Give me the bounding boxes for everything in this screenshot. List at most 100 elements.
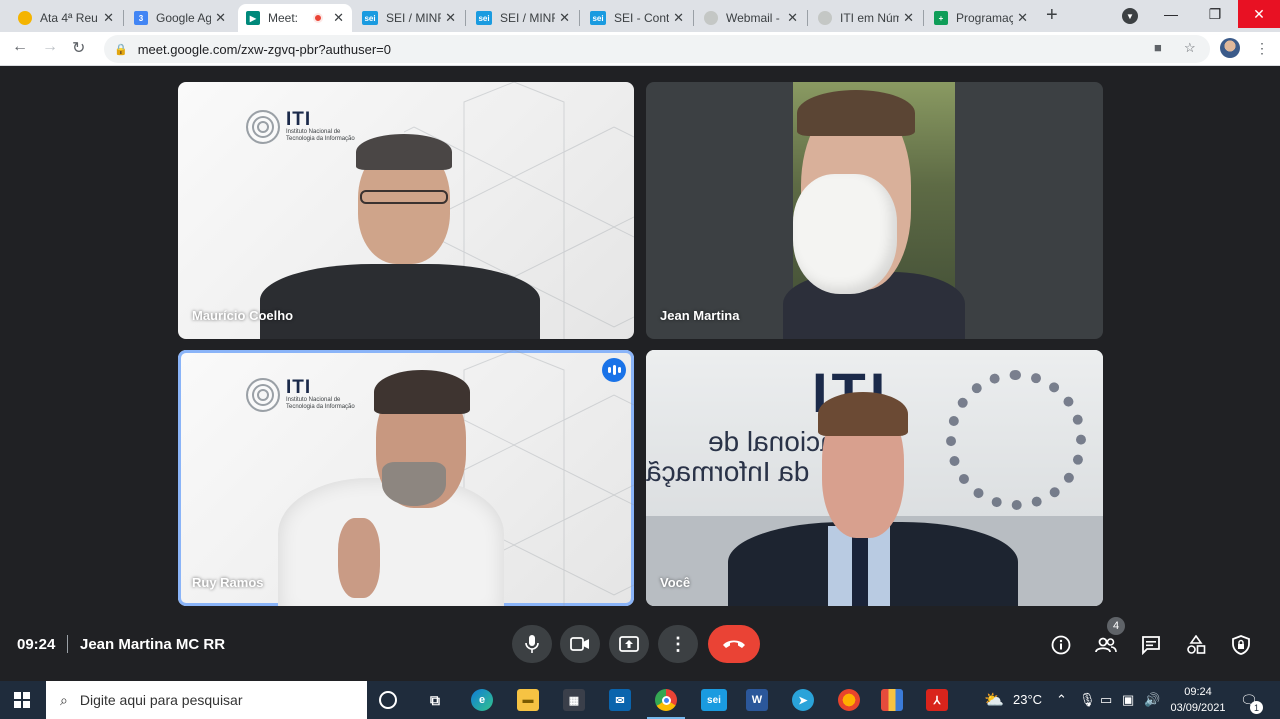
close-icon[interactable]: ✕ bbox=[445, 10, 456, 26]
task-view-icon[interactable]: ⧉ bbox=[424, 689, 446, 711]
close-icon[interactable]: ✕ bbox=[215, 10, 226, 26]
close-icon[interactable]: ✕ bbox=[103, 10, 114, 26]
participant-name: Ruy Ramos bbox=[192, 575, 264, 590]
chrome-red-icon bbox=[18, 11, 32, 25]
close-icon[interactable]: ✕ bbox=[559, 10, 570, 26]
browser-tab-webmail[interactable]: Webmail - ✕ bbox=[696, 4, 806, 32]
leave-call-button[interactable] bbox=[708, 625, 760, 663]
gallery-app-icon[interactable] bbox=[881, 689, 903, 711]
participants-button[interactable] bbox=[1094, 633, 1118, 657]
word-icon[interactable]: W bbox=[746, 689, 768, 711]
browser-menu-icon[interactable]: ⋮ bbox=[1255, 40, 1269, 57]
participant-tile-ruy[interactable]: ITI Instituto Nacional de Tecnologia da … bbox=[178, 350, 634, 606]
close-icon[interactable]: ✕ bbox=[673, 10, 684, 26]
webmail-icon bbox=[704, 11, 718, 25]
notification-count-badge: 1 bbox=[1250, 701, 1263, 714]
meeting-details-button[interactable] bbox=[1049, 633, 1073, 657]
tab-separator bbox=[693, 10, 694, 26]
microphone-icon bbox=[525, 635, 539, 653]
tab-search-icon[interactable]: ▼ bbox=[1122, 8, 1138, 24]
edge-icon[interactable]: e bbox=[471, 689, 493, 711]
sei-taskbar-icon[interactable]: sei bbox=[701, 689, 727, 711]
activities-button[interactable] bbox=[1184, 633, 1208, 657]
back-icon[interactable]: ← bbox=[12, 38, 28, 56]
close-icon[interactable]: ✕ bbox=[1017, 10, 1028, 26]
participant-tile-self[interactable]: ITI acional de da Informaçã Você bbox=[646, 350, 1103, 606]
browser-tab-sei-1[interactable]: sei SEI / MINFI✕ bbox=[354, 4, 464, 32]
new-tab-button[interactable]: + bbox=[1046, 4, 1058, 27]
recording-icon bbox=[313, 13, 324, 23]
microphone-tray-icon[interactable]: 🎙 bbox=[1079, 692, 1096, 708]
chrome-icon[interactable] bbox=[647, 689, 685, 719]
more-vert-icon: ⋮ bbox=[669, 633, 687, 654]
weather-temperature[interactable]: 23°C bbox=[1013, 692, 1042, 707]
camera-icon bbox=[570, 637, 589, 651]
meeting-name: Jean Martina MC RR bbox=[80, 636, 226, 653]
telegram-icon[interactable]: ➤ bbox=[792, 689, 814, 711]
camera-button[interactable] bbox=[560, 625, 600, 663]
divider bbox=[67, 635, 68, 653]
tab-separator bbox=[579, 10, 580, 26]
url-text: meet.google.com/zxw-zgvq-pbr?authuser=0 bbox=[137, 41, 391, 57]
iti-logo: ITI Instituto Nacional de Tecnologia da … bbox=[246, 110, 355, 144]
firefox-icon[interactable] bbox=[838, 689, 860, 711]
fingerprint-icon bbox=[246, 110, 280, 144]
bookmark-star-icon[interactable]: ☆ bbox=[1184, 40, 1196, 56]
acrobat-icon[interactable]: ⅄ bbox=[926, 689, 948, 711]
browser-tab-google-agenda[interactable]: 3 Google Ag ✕ bbox=[126, 4, 234, 32]
close-icon[interactable]: ✕ bbox=[333, 10, 344, 26]
microsoft-store-icon[interactable]: ▦ bbox=[563, 689, 585, 711]
minimize-button[interactable]: — bbox=[1149, 0, 1193, 28]
wall-fingerprint-graphic bbox=[946, 370, 1086, 510]
battery-icon[interactable]: ▭ bbox=[1100, 692, 1112, 708]
people-icon bbox=[1095, 637, 1117, 653]
more-options-button[interactable]: ⋮ bbox=[658, 625, 698, 663]
reload-icon[interactable]: ↻ bbox=[72, 38, 85, 58]
browser-tab-sei-2[interactable]: sei SEI / MINFI✕ bbox=[468, 4, 578, 32]
window-close-button[interactable]: ✕ bbox=[1238, 0, 1280, 28]
browser-tab-meet[interactable]: ▶ Meet: ✕ bbox=[238, 4, 352, 32]
fingerprint-icon bbox=[246, 378, 280, 412]
taskbar-search-box[interactable]: ⌕ Digite aqui para pesquisar bbox=[46, 681, 367, 719]
participants-count-badge: 4 bbox=[1107, 617, 1125, 635]
volume-icon[interactable]: 🔊 bbox=[1144, 692, 1160, 708]
browser-tab-sei-contr[interactable]: sei SEI - Contr ✕ bbox=[582, 4, 692, 32]
participant-tile-mauricio[interactable]: ITI Instituto Nacional de Tecnologia da … bbox=[178, 82, 634, 339]
tab-separator bbox=[123, 10, 124, 26]
calendar-icon: 3 bbox=[134, 11, 148, 25]
network-icon[interactable]: ▣ bbox=[1122, 692, 1134, 708]
restore-button[interactable]: ❐ bbox=[1193, 0, 1237, 28]
lock-icon: 🔒 bbox=[114, 43, 128, 56]
chevron-up-icon[interactable]: ⌃ bbox=[1056, 692, 1067, 708]
chat-button[interactable] bbox=[1139, 633, 1163, 657]
camera-in-use-icon[interactable]: ■ bbox=[1154, 40, 1162, 55]
windows-start-icon[interactable] bbox=[14, 692, 30, 708]
browser-tab-programacao[interactable]: + Programaç ✕ bbox=[926, 4, 1036, 32]
tab-separator bbox=[465, 10, 466, 26]
file-explorer-icon[interactable]: ▬ bbox=[517, 689, 539, 711]
phone-hangup-icon bbox=[723, 640, 745, 648]
microphone-button[interactable] bbox=[512, 625, 552, 663]
browser-tab-iti[interactable]: ITI em Núm ✕ bbox=[810, 4, 922, 32]
activities-shapes-icon bbox=[1187, 635, 1206, 654]
chat-icon bbox=[1142, 636, 1160, 655]
participant-video-jean bbox=[783, 82, 965, 339]
address-bar[interactable]: 🔒 meet.google.com/zxw-zgvq-pbr?authuser=… bbox=[104, 35, 1210, 63]
weather-icon[interactable]: ⛅ bbox=[984, 690, 1004, 710]
meet-icon: ▶ bbox=[246, 11, 260, 25]
close-icon[interactable]: ✕ bbox=[903, 10, 914, 26]
close-icon[interactable]: ✕ bbox=[787, 10, 798, 26]
browser-tab-ata[interactable]: Ata 4ª Reu ✕ bbox=[10, 4, 122, 32]
host-controls-button[interactable] bbox=[1229, 633, 1253, 657]
cortana-icon[interactable] bbox=[379, 691, 397, 709]
clock-date: 03/09/2021 bbox=[1170, 702, 1226, 714]
windows-taskbar: ⌕ Digite aqui para pesquisar ⧉ e ▬ ▦ ✉ s… bbox=[0, 681, 1280, 719]
forward-icon[interactable]: → bbox=[42, 38, 58, 56]
participant-name: Maurício Coelho bbox=[192, 308, 294, 323]
sei-icon: sei bbox=[362, 11, 378, 25]
present-screen-button[interactable] bbox=[609, 625, 649, 663]
profile-avatar[interactable] bbox=[1220, 38, 1240, 58]
mail-icon[interactable]: ✉ bbox=[609, 689, 631, 711]
participant-tile-jean[interactable]: Jean Martina bbox=[646, 82, 1103, 339]
taskbar-clock[interactable]: 09:24 03/09/2021 bbox=[1170, 684, 1226, 716]
